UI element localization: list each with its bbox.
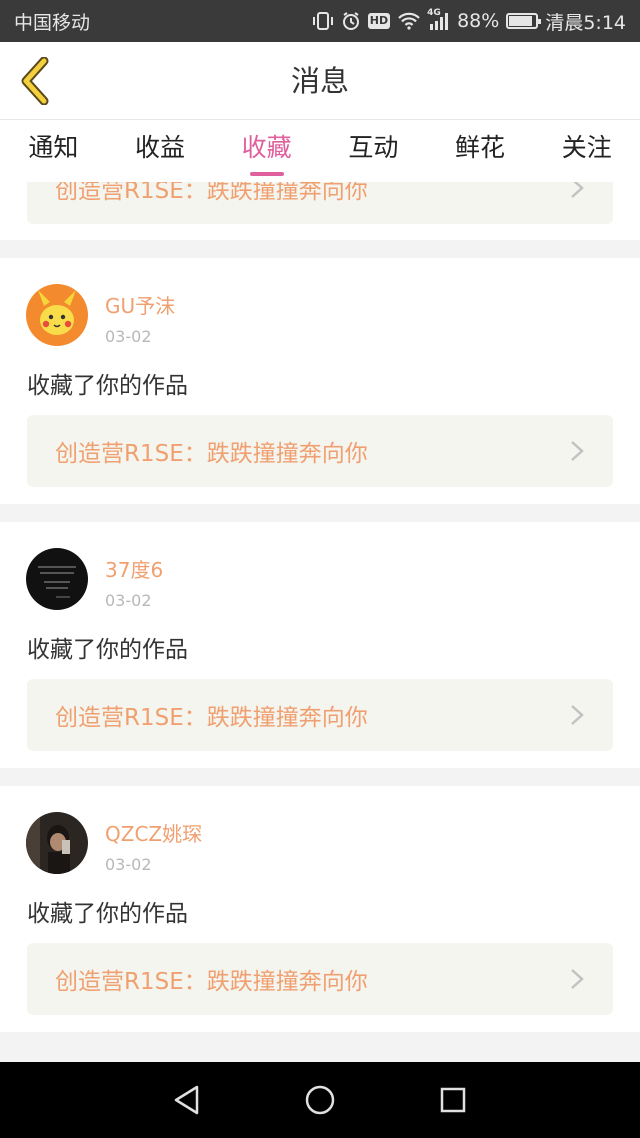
hd-icon: HD (367, 13, 391, 29)
action-text: 收藏了你的作品 (27, 901, 188, 927)
chevron-right-icon (571, 182, 584, 198)
system-nav-bar (0, 1062, 640, 1138)
username[interactable]: GU予沫 (105, 290, 175, 319)
work-title: 创造营R1SE：跌跌撞撞奔向你 (55, 705, 368, 731)
system-recents-button[interactable] (423, 1070, 483, 1130)
status-bar: 中国移动 HD 4G 88% 清晨5:14 (0, 0, 640, 42)
square-recents-icon (441, 1087, 466, 1113)
message-list[interactable]: 创造营R1SE：跌跌撞撞奔向你 GU予沫 03-02 收藏了你的作品 创造营R1… (0, 182, 640, 1062)
work-title: 创造营R1SE：跌跌撞撞奔向你 (55, 441, 368, 467)
work-title: 创造营R1SE：跌跌撞撞奔向你 (55, 969, 368, 995)
clock: 清晨5:14 (545, 11, 626, 34)
signal-icon: 4G (427, 8, 450, 30)
chevron-right-icon (571, 441, 584, 461)
work-link[interactable]: 创造营R1SE：跌跌撞撞奔向你 (27, 182, 613, 224)
network-type-label: 4G (427, 8, 441, 18)
back-button[interactable] (10, 54, 60, 108)
wifi-icon (397, 12, 421, 30)
tab-following[interactable]: 关注 (533, 120, 640, 182)
back-arrow-icon (21, 57, 49, 105)
battery-fill (509, 16, 533, 26)
card-header: GU予沫 03-02 (26, 284, 175, 346)
chevron-right-icon (571, 969, 584, 989)
avatar[interactable] (26, 548, 88, 610)
card-header: 37度6 03-02 (26, 548, 163, 610)
tab-bar: 通知 收益 收藏 互动 鲜花 关注 (0, 120, 640, 182)
tab-notifications[interactable]: 通知 (0, 120, 107, 182)
carrier-label: 中国移动 (14, 11, 91, 34)
avatar[interactable] (26, 284, 88, 346)
circle-home-icon (305, 1085, 335, 1115)
work-link[interactable]: 创造营R1SE：跌跌撞撞奔向你 (27, 679, 613, 751)
tab-flowers[interactable]: 鲜花 (427, 120, 534, 182)
tab-favorites[interactable]: 收藏 (213, 120, 320, 182)
timestamp: 03-02 (105, 591, 152, 610)
list-item: QZCZ姚琛 03-02 收藏了你的作品 创造营R1SE：跌跌撞撞奔向你 (0, 786, 640, 1032)
work-title: 创造营R1SE：跌跌撞撞奔向你 (55, 182, 368, 204)
work-link[interactable]: 创造营R1SE：跌跌撞撞奔向你 (27, 415, 613, 487)
system-home-button[interactable] (290, 1070, 350, 1130)
vibrate-icon (312, 11, 334, 31)
tab-earnings[interactable]: 收益 (107, 120, 214, 182)
alarm-icon (341, 11, 361, 31)
username[interactable]: 37度6 (105, 554, 163, 583)
action-text: 收藏了你的作品 (27, 637, 188, 663)
battery-percent: 88% (457, 10, 500, 32)
tab-interactions[interactable]: 互动 (320, 120, 427, 182)
chevron-right-icon (571, 705, 584, 725)
battery-icon (506, 13, 542, 29)
timestamp: 03-02 (105, 327, 152, 346)
list-item: 37度6 03-02 收藏了你的作品 创造营R1SE：跌跌撞撞奔向你 (0, 522, 640, 768)
avatar[interactable] (26, 812, 88, 874)
username[interactable]: QZCZ姚琛 (105, 818, 202, 847)
list-item: 创造营R1SE：跌跌撞撞奔向你 (0, 182, 640, 240)
card-header: QZCZ姚琛 03-02 (26, 812, 202, 874)
work-link[interactable]: 创造营R1SE：跌跌撞撞奔向你 (27, 943, 613, 1015)
page-title: 消息 (290, 64, 349, 98)
system-back-button[interactable] (157, 1070, 217, 1130)
header: 消息 (0, 42, 640, 120)
list-item: GU予沫 03-02 收藏了你的作品 创造营R1SE：跌跌撞撞奔向你 (0, 258, 640, 504)
action-text: 收藏了你的作品 (27, 373, 188, 399)
timestamp: 03-02 (105, 855, 152, 874)
triangle-back-icon (174, 1085, 198, 1115)
status-icons: HD 4G 88% 清晨5:14 (312, 8, 626, 35)
